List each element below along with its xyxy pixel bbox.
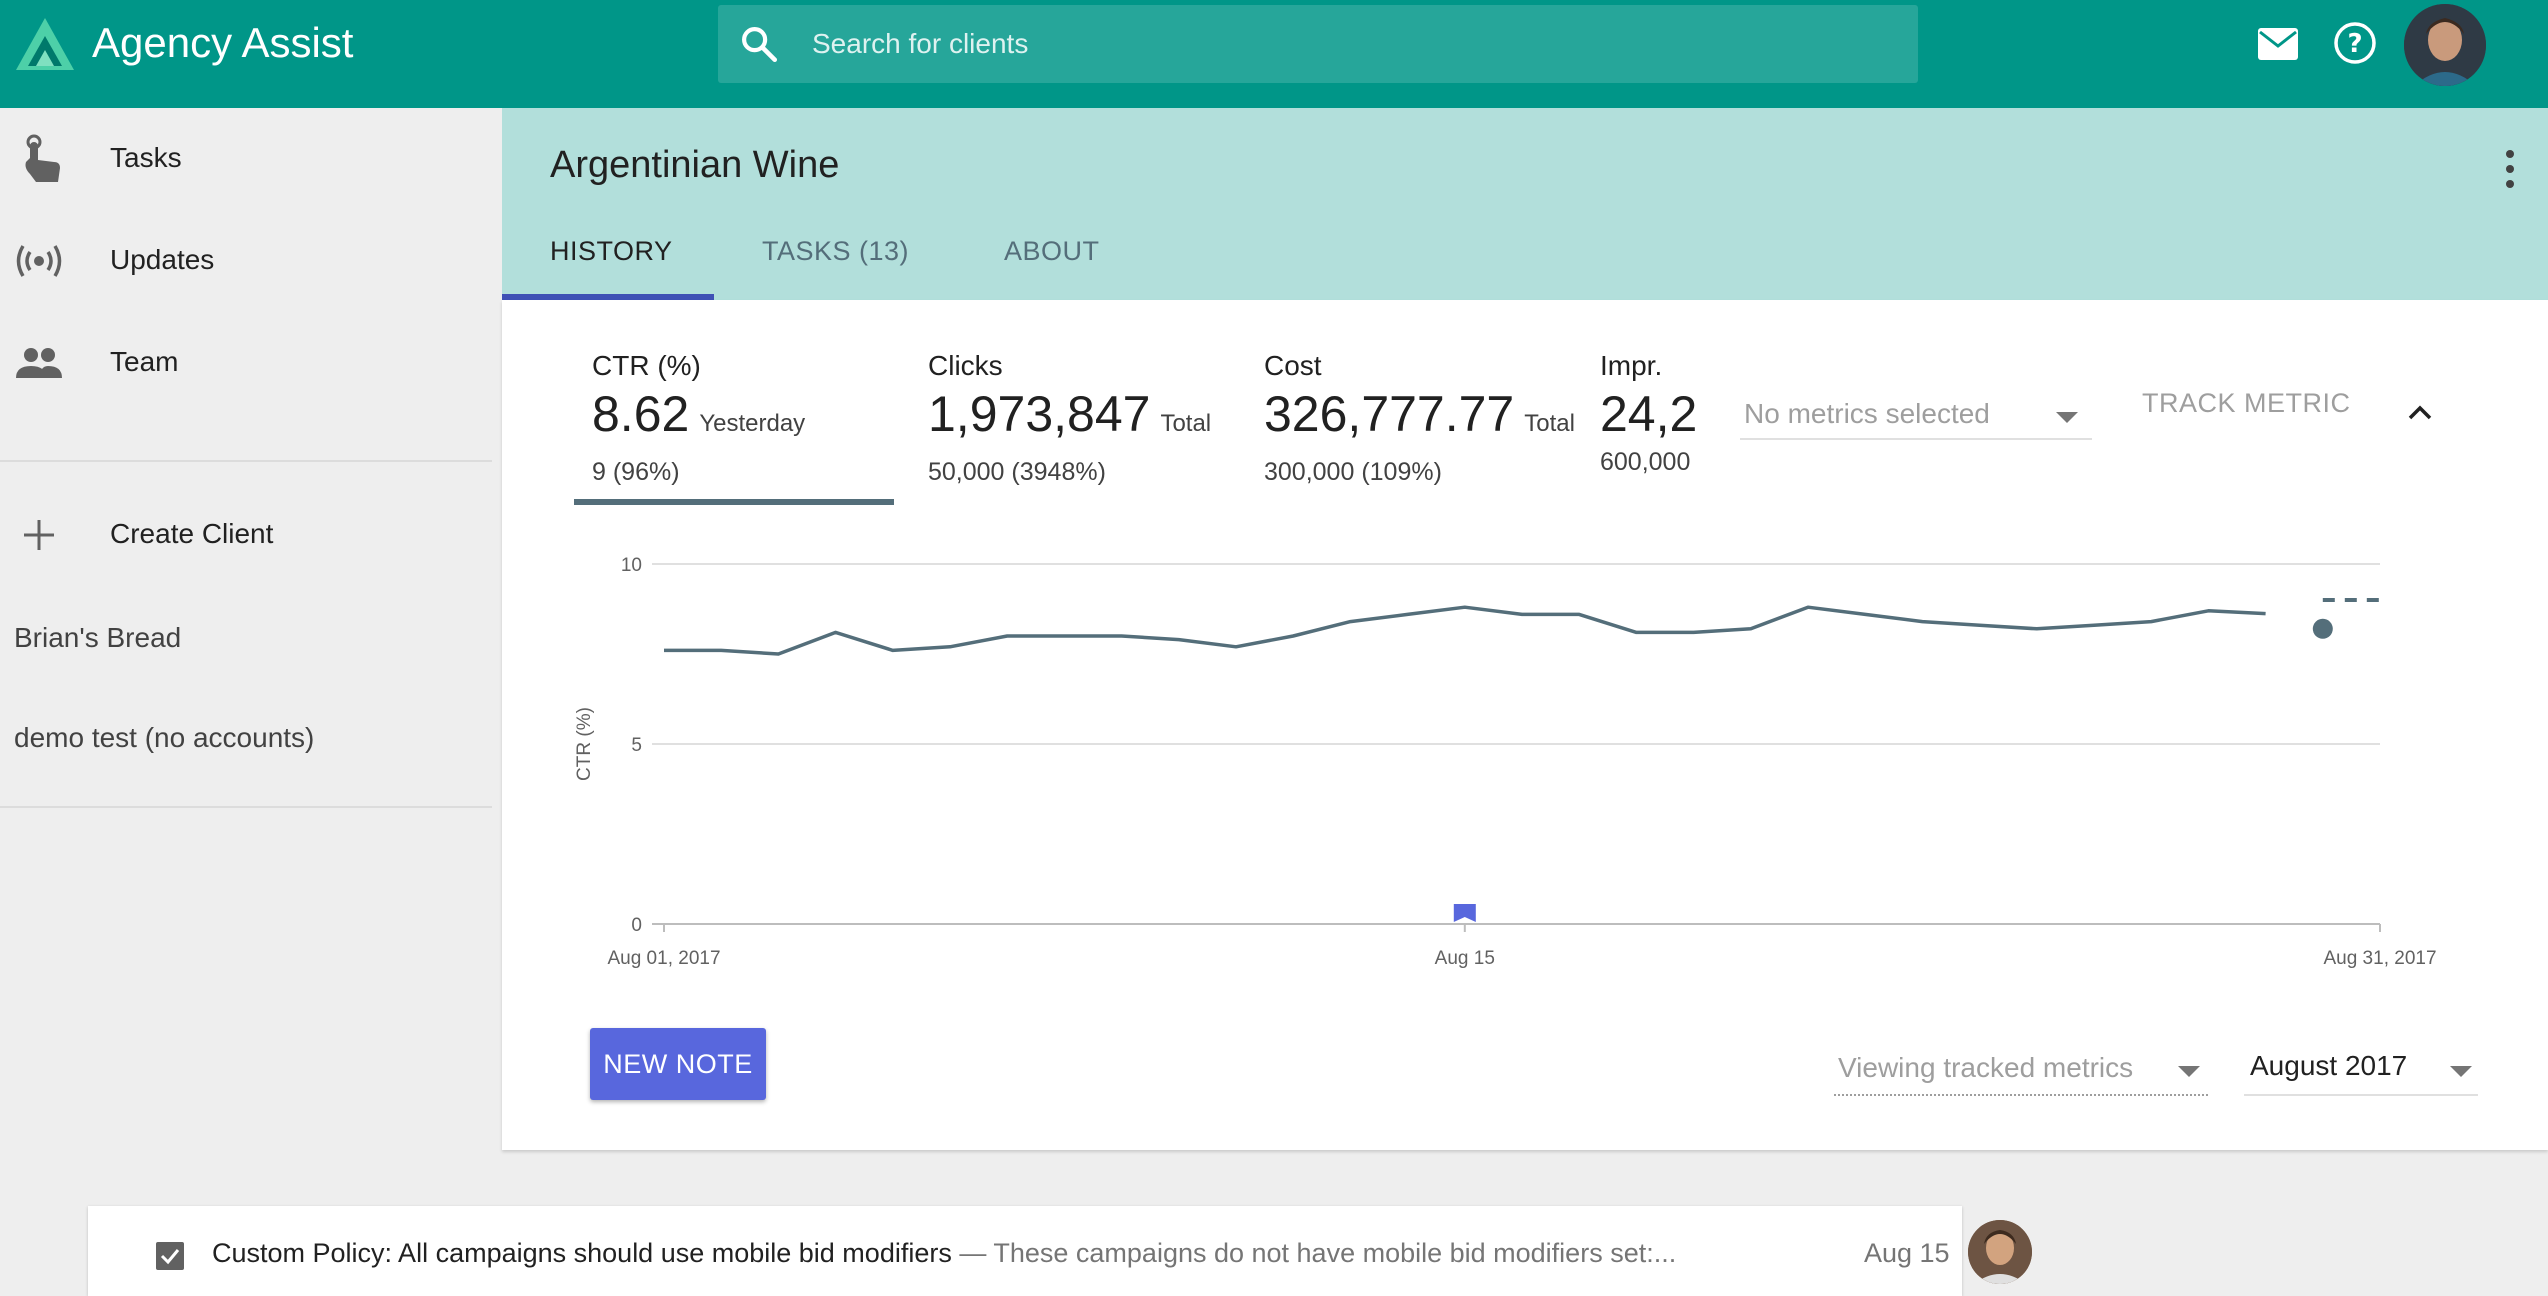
- metric-target: 9 (96%): [592, 458, 680, 486]
- main-content: Argentinian Wine HISTORY TASKS (13) ABOU…: [502, 108, 2548, 1296]
- create-client-label: Create Client: [110, 518, 274, 549]
- search-input[interactable]: [812, 5, 1892, 83]
- y-axis-label: CTR (%): [574, 707, 595, 781]
- metric-suffix: Total: [1160, 410, 1212, 437]
- metric-clicks[interactable]: Clicks 1,973,847 Total 50,000 (3948%): [928, 350, 1211, 487]
- x-tick-label: Aug 31, 2017: [2323, 948, 2436, 969]
- track-metric-button[interactable]: TRACK METRIC: [2142, 388, 2351, 419]
- tab-about[interactable]: ABOUT: [1004, 236, 1100, 300]
- sidebar-item-label: Team: [110, 346, 179, 377]
- task-row[interactable]: Custom Policy: All campaigns should use …: [88, 1206, 2032, 1296]
- month-select-value: August 2017: [2250, 1050, 2408, 1081]
- task-assignee-avatar[interactable]: [1968, 1220, 2032, 1284]
- metric-value: 326,777.77: [1264, 386, 1515, 442]
- chevron-down-icon: [2450, 1066, 2472, 1077]
- metric-target: 600,000: [1600, 448, 1691, 476]
- sidebar-item-team[interactable]: Team: [0, 312, 498, 412]
- x-tick-label: Aug 01, 2017: [607, 948, 720, 969]
- view-metrics-select[interactable]: Viewing tracked metrics: [1834, 1044, 2208, 1096]
- metric-label: Impr.: [1600, 350, 1663, 381]
- sidebar-divider: [0, 460, 492, 462]
- task-title: Custom Policy: All campaigns should use …: [212, 1238, 952, 1268]
- metric-select-placeholder: No metrics selected: [1744, 398, 1990, 429]
- new-note-button[interactable]: NEW NOTE: [590, 1028, 766, 1100]
- task-date: Aug 15: [1864, 1238, 1950, 1268]
- metric-label: CTR (%): [592, 350, 701, 381]
- touch-icon: [25, 134, 60, 182]
- create-client-button[interactable]: Create Client: [0, 484, 498, 584]
- metric-select[interactable]: No metrics selected: [1740, 390, 2092, 440]
- people-icon: [16, 348, 62, 378]
- chevron-down-icon: [2178, 1066, 2200, 1077]
- tab-history[interactable]: HISTORY: [550, 236, 673, 300]
- client-item[interactable]: Brian's Bread: [14, 622, 181, 654]
- mail-icon[interactable]: [2256, 24, 2300, 64]
- tab-tasks[interactable]: TASKS (13): [762, 236, 909, 300]
- metric-value: 24,2: [1600, 386, 1698, 442]
- y-tick-label: 10: [621, 555, 642, 576]
- client-title: Argentinian Wine: [550, 144, 840, 186]
- metric-value: 8.62: [592, 386, 690, 442]
- task-text: Custom Policy: All campaigns should use …: [212, 1238, 1692, 1269]
- selected-metric-indicator: [574, 499, 894, 505]
- metric-label: Clicks: [928, 350, 1003, 381]
- broadcast-icon: [16, 245, 62, 277]
- chevron-up-icon[interactable]: [2406, 402, 2434, 422]
- sidebar-item-label: Updates: [110, 244, 215, 275]
- month-select[interactable]: August 2017: [2244, 1044, 2478, 1096]
- add-icon: [24, 520, 54, 550]
- ctr-chart: 0 5 10 CTR (%) Aug 01, 2017 Aug 15 Aug 31, 201…: [502, 530, 2548, 1030]
- sidebar-item-tasks[interactable]: Tasks: [0, 108, 498, 208]
- y-tick-label: 0: [631, 915, 642, 936]
- sidebar-item-label: Tasks: [110, 142, 182, 173]
- help-icon[interactable]: ?: [2332, 20, 2378, 66]
- note-marker: [1453, 904, 1476, 922]
- metric-label: Cost: [1264, 350, 1322, 381]
- metric-ctr[interactable]: CTR (%) 8.62 Yesterday 9 (96%): [592, 350, 805, 487]
- metric-impr[interactable]: Impr. 24,2 600,000: [1600, 340, 1704, 490]
- chart-svg: 0 5 10 CTR (%) Aug 01, 2017 Aug 15 Aug 31, 201…: [574, 555, 2437, 969]
- current-point: [2312, 618, 2333, 639]
- sidebar-item-updates[interactable]: Updates: [0, 210, 498, 310]
- sidebar-divider: [0, 806, 492, 808]
- metric-target: 50,000 (3948%): [928, 458, 1106, 486]
- metric-value: 1,973,847: [928, 386, 1151, 442]
- sidebar: Tasks Updates Team Create Client Brian's…: [0, 108, 498, 1296]
- y-tick-label: 5: [631, 735, 642, 756]
- metric-suffix: Total: [1524, 410, 1575, 437]
- series-line: [664, 605, 2266, 656]
- agency-assist-logo[interactable]: [14, 16, 76, 72]
- history-card: CTR (%) 8.62 Yesterday 9 (96%) Clicks 1,9…: [502, 300, 2548, 1150]
- client-search[interactable]: [718, 5, 1918, 83]
- app-title: Agency Assist: [92, 19, 354, 66]
- task-description: These campaigns do not have mobile bid m…: [993, 1238, 1677, 1268]
- metric-suffix: Yesterday: [699, 410, 806, 437]
- app-bar: Agency Assist ?: [0, 0, 2548, 108]
- task-checkbox[interactable]: [156, 1242, 184, 1270]
- svg-text:?: ?: [2347, 29, 2362, 59]
- search-icon[interactable]: [738, 23, 780, 65]
- client-item[interactable]: demo test (no accounts): [14, 722, 314, 754]
- chevron-down-icon: [2056, 412, 2078, 423]
- client-header: Argentinian Wine HISTORY TASKS (13) ABOU…: [502, 108, 2548, 300]
- user-avatar[interactable]: [2404, 4, 2486, 86]
- view-select-value: Viewing tracked metrics: [1838, 1052, 2134, 1083]
- x-tick-label: Aug 15: [1435, 948, 1495, 969]
- task-separator: —: [951, 1238, 994, 1268]
- metric-target: 300,000 (109%): [1264, 458, 1442, 486]
- more-vert-icon[interactable]: [2502, 144, 2518, 194]
- metric-cost[interactable]: Cost 326,777.77 Total 300,000 (109%): [1264, 350, 1575, 487]
